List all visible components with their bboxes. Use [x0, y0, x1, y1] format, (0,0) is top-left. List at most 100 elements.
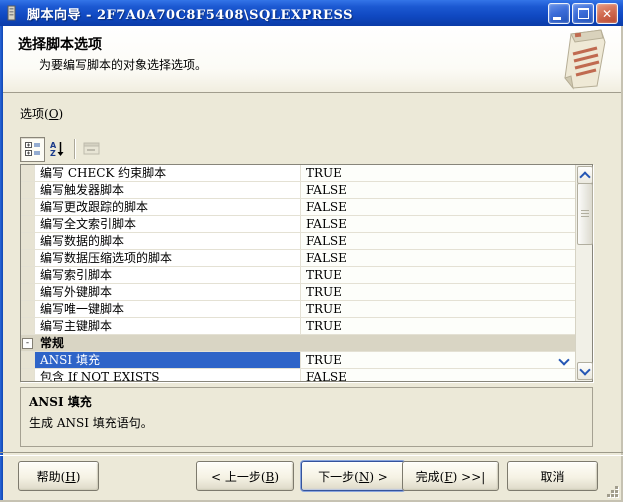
property-value[interactable]: FALSE — [301, 182, 575, 198]
row-indent — [21, 369, 35, 381]
property-value[interactable]: TRUE — [301, 165, 575, 181]
minimize-button[interactable] — [548, 3, 570, 24]
categorized-view-button[interactable] — [20, 137, 45, 162]
grid-row[interactable]: 编写全文索引脚本 FALSE — [21, 216, 575, 233]
chevron-up-icon — [579, 171, 590, 182]
script-wizard-dialog: 脚本向导 - 2F7A0A70C8F5408\SQLEXPRESS ✕ 选择脚本… — [0, 0, 623, 502]
page-subtitle: 为要编写脚本的对象选择选项。 — [39, 56, 207, 73]
options-label: 选项(O) — [20, 105, 63, 122]
property-value[interactable]: TRUE — [301, 352, 575, 368]
description-text: 生成 ANSI 填充语句。 — [29, 414, 584, 431]
back-button[interactable]: < 上一步(B) — [196, 461, 294, 491]
property-name: 编写外键脚本 — [35, 284, 301, 300]
property-value[interactable]: FALSE — [301, 233, 575, 249]
row-indent — [21, 199, 35, 215]
property-value[interactable]: FALSE — [301, 250, 575, 266]
category-name: 常规 — [34, 335, 64, 351]
grid-row[interactable]: 编写数据压缩选项的脚本 FALSE — [21, 250, 575, 267]
property-value[interactable]: TRUE — [301, 267, 575, 283]
property-value-text: TRUE — [306, 165, 342, 181]
close-button[interactable]: ✕ — [596, 3, 618, 24]
row-indent — [21, 182, 35, 198]
grid-row[interactable]: 编写外键脚本 TRUE — [21, 284, 575, 301]
property-value-text: TRUE — [306, 267, 342, 283]
property-name: 包含 If NOT EXISTS — [35, 369, 301, 381]
resize-grip[interactable] — [607, 486, 620, 499]
row-indent — [21, 301, 35, 317]
scroll-down-button[interactable] — [577, 362, 593, 380]
property-value[interactable]: FALSE — [301, 369, 575, 381]
bottom-separator — [0, 452, 623, 456]
grid-row[interactable]: ANSI 填充TRUE — [21, 352, 575, 369]
alphabetical-sort-button[interactable]: A Z — [45, 138, 68, 161]
property-name: 编写数据压缩选项的脚本 — [35, 250, 301, 266]
scrollbar-thumb[interactable] — [577, 183, 593, 245]
alphabetical-sort-icon: A Z — [49, 141, 65, 157]
row-indent — [21, 165, 35, 181]
cancel-button[interactable]: 取消 — [507, 461, 598, 491]
row-indent — [21, 284, 35, 300]
grid-rows: 编写 CHECK 约束脚本 TRUE 编写触发器脚本 FALSE 编写更改跟踪的脚本 FA… — [21, 165, 575, 381]
chevron-down-icon — [579, 364, 590, 375]
property-name: 编写更改跟踪的脚本 — [35, 199, 301, 215]
svg-text:Z: Z — [50, 149, 56, 157]
property-value-text: FALSE — [306, 250, 347, 266]
property-value[interactable]: TRUE — [301, 284, 575, 300]
property-value[interactable]: FALSE — [301, 199, 575, 215]
row-indent — [21, 216, 35, 232]
grid-row[interactable]: -常规 — [21, 335, 575, 352]
window-title: 脚本向导 - 2F7A0A70C8F5408\SQLEXPRESS — [27, 4, 353, 23]
help-button[interactable]: 帮助(H) — [18, 461, 99, 491]
titlebar[interactable]: 脚本向导 - 2F7A0A70C8F5408\SQLEXPRESS ✕ — [0, 0, 623, 26]
row-indent — [21, 352, 35, 368]
grid-row[interactable]: 编写触发器脚本 FALSE — [21, 182, 575, 199]
row-indent — [21, 233, 35, 249]
next-button[interactable]: 下一步(N) > — [301, 461, 405, 491]
grid-row[interactable]: 编写数据的脚本 FALSE — [21, 233, 575, 250]
scroll-up-button[interactable] — [577, 166, 593, 184]
property-value[interactable]: TRUE — [301, 301, 575, 317]
window-left-border — [0, 26, 3, 502]
property-name: 编写索引脚本 — [35, 267, 301, 283]
property-value-text: FALSE — [306, 199, 347, 215]
finish-button[interactable]: 完成(F) >>| — [402, 461, 499, 491]
property-name: ANSI 填充 — [35, 352, 301, 368]
grid-row[interactable]: 包含 If NOT EXISTSFALSE — [21, 369, 575, 381]
row-indent — [21, 250, 35, 266]
grid-row[interactable]: 编写主键脚本 TRUE — [21, 318, 575, 335]
property-value[interactable]: TRUE — [301, 318, 575, 334]
property-value-text: FALSE — [306, 233, 347, 249]
grid-row[interactable]: 编写索引脚本 TRUE — [21, 267, 575, 284]
categorized-icon — [25, 141, 41, 157]
property-value-text: FALSE — [306, 216, 347, 232]
description-title: ANSI 填充 — [29, 393, 584, 410]
property-name: 编写 CHECK 约束脚本 — [35, 165, 301, 181]
wizard-header: 选择脚本选项 为要编写脚本的对象选择选项。 — [3, 26, 621, 93]
row-indent — [21, 318, 35, 334]
property-name: 编写全文索引脚本 — [35, 216, 301, 232]
property-name: 编写主键脚本 — [35, 318, 301, 334]
maximize-icon — [578, 8, 589, 19]
page-title: 选择脚本选项 — [18, 34, 102, 54]
dropdown-arrow-icon[interactable] — [558, 354, 569, 365]
row-indent: - — [21, 335, 34, 351]
grid-row[interactable]: 编写唯一键脚本 TRUE — [21, 301, 575, 318]
toolbar-separator — [74, 139, 76, 159]
property-value-text: TRUE — [306, 301, 342, 317]
property-value-text: FALSE — [306, 182, 347, 198]
property-pages-button[interactable] — [80, 138, 103, 161]
property-name: 编写触发器脚本 — [35, 182, 301, 198]
property-name: 编写数据的脚本 — [35, 233, 301, 249]
property-value[interactable]: FALSE — [301, 216, 575, 232]
property-value-text: TRUE — [306, 284, 342, 300]
grid-row[interactable]: 编写 CHECK 约束脚本 TRUE — [21, 165, 575, 182]
collapse-icon[interactable]: - — [22, 338, 33, 349]
grid-row[interactable]: 编写更改跟踪的脚本 FALSE — [21, 199, 575, 216]
options-property-grid: 编写 CHECK 约束脚本 TRUE 编写触发器脚本 FALSE 编写更改跟踪的脚本 FA… — [20, 164, 593, 382]
property-name: 编写唯一键脚本 — [35, 301, 301, 317]
vertical-scrollbar[interactable] — [575, 165, 592, 381]
property-value-text: TRUE — [306, 318, 342, 334]
maximize-button[interactable] — [572, 3, 594, 24]
close-icon: ✕ — [602, 8, 612, 20]
window-icon — [5, 5, 21, 21]
